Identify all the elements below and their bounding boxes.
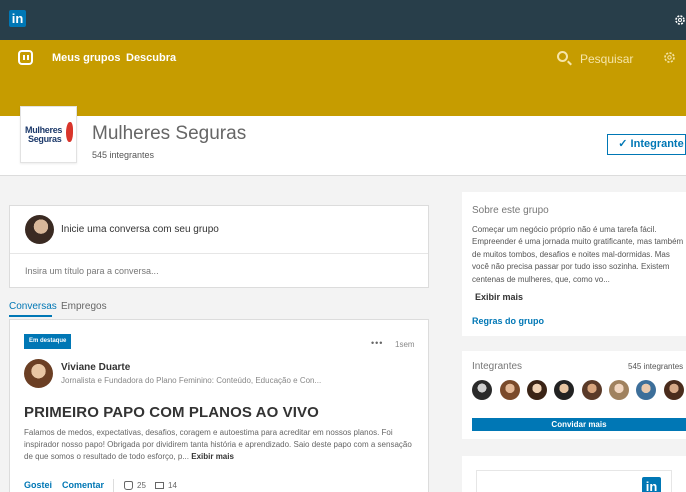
member-avatar[interactable] <box>472 380 492 400</box>
user-avatar <box>25 215 54 244</box>
nav-my-groups[interactable]: Meus grupos <box>52 52 120 64</box>
members-count: 545 integrantes <box>628 362 684 371</box>
flame-icon <box>66 122 73 142</box>
groups-settings-gear-icon[interactable] <box>663 51 676 64</box>
post-title[interactable]: PRIMEIRO PAPO COM PLANOS AO VIVO <box>24 404 319 421</box>
top-bar: in <box>0 0 686 40</box>
linkedin-ad-logo-icon[interactable]: in <box>642 477 661 492</box>
invite-more-button[interactable]: Convidar mais <box>472 418 686 431</box>
comment-icon <box>155 482 164 489</box>
group-header: Mulheres Seguras Mulheres Seguras 545 in… <box>0 106 686 176</box>
conversation-title-input[interactable]: Insira um título para a conversa... <box>25 266 159 276</box>
group-banner <box>0 76 686 116</box>
about-show-more[interactable]: Exibir mais <box>475 292 523 302</box>
group-logo: Mulheres Seguras <box>20 106 77 163</box>
search-input[interactable]: Pesquisar <box>580 52 633 66</box>
linkedin-logo-icon[interactable]: in <box>9 10 26 27</box>
member-avatar[interactable] <box>609 380 629 400</box>
about-group-card: Sobre este grupo Começar um negócio próp… <box>462 192 686 336</box>
like-count: 25 <box>137 481 146 490</box>
group-rules-link[interactable]: Regras do grupo <box>472 316 544 326</box>
post-body: Falamos de medos, expectativas, desafios… <box>24 427 420 463</box>
members-card: Integrantes 545 integrantes Convidar mai… <box>462 351 686 439</box>
group-name: Mulheres Seguras <box>92 123 247 144</box>
post-show-more[interactable]: Exibir mais <box>191 452 234 461</box>
tab-conversations[interactable]: Conversas <box>9 301 57 312</box>
about-title: Sobre este grupo <box>472 205 549 216</box>
group-member-count: 545 integrantes <box>92 150 155 160</box>
comment-button[interactable]: Comentar <box>62 480 104 490</box>
member-status-button[interactable]: ✓ Integrante <box>607 134 686 155</box>
comment-count: 14 <box>168 481 177 490</box>
like-button[interactable]: Gostei <box>24 480 52 490</box>
post-menu-icon[interactable]: ••• <box>371 338 383 348</box>
member-avatar[interactable] <box>500 380 520 400</box>
featured-badge: Em destaque <box>24 334 72 349</box>
member-avatar[interactable] <box>554 380 574 400</box>
active-tab-indicator <box>9 315 52 317</box>
featured-post: Em destaque ••• 1sem Viviane Duarte Jorn… <box>9 319 429 492</box>
member-avatar[interactable] <box>527 380 547 400</box>
groups-nav-bar: Meus grupos Descubra Pesquisar <box>0 40 686 76</box>
members-title: Integrantes <box>472 361 523 372</box>
author-avatar[interactable] <box>24 359 53 388</box>
composer-prompt[interactable]: Inicie uma conversa com seu grupo <box>61 224 219 235</box>
author-name[interactable]: Viviane Duarte <box>61 362 130 373</box>
thumbs-up-icon <box>124 481 133 490</box>
search-icon[interactable] <box>557 51 568 62</box>
conversation-composer: Inicie uma conversa com seu grupo Insira… <box>9 205 429 288</box>
about-text: Começar um negócio próprio não é uma tar… <box>472 225 684 284</box>
nav-discover[interactable]: Descubra <box>126 52 176 64</box>
member-avatar[interactable] <box>636 380 656 400</box>
ad-card: in <box>462 456 686 492</box>
tab-jobs[interactable]: Empregos <box>61 301 107 312</box>
groups-icon[interactable] <box>18 50 33 65</box>
member-avatar[interactable] <box>664 380 684 400</box>
settings-gear-icon[interactable] <box>674 14 686 26</box>
author-headline: Jornalista e Fundadora do Plano Feminino… <box>61 376 322 385</box>
header-divider <box>0 175 686 176</box>
composer-divider <box>10 253 428 254</box>
actions-divider <box>113 479 114 492</box>
post-time: 1sem <box>395 340 415 349</box>
member-avatar[interactable] <box>582 380 602 400</box>
group-logo-text-2: Seguras <box>28 134 62 144</box>
